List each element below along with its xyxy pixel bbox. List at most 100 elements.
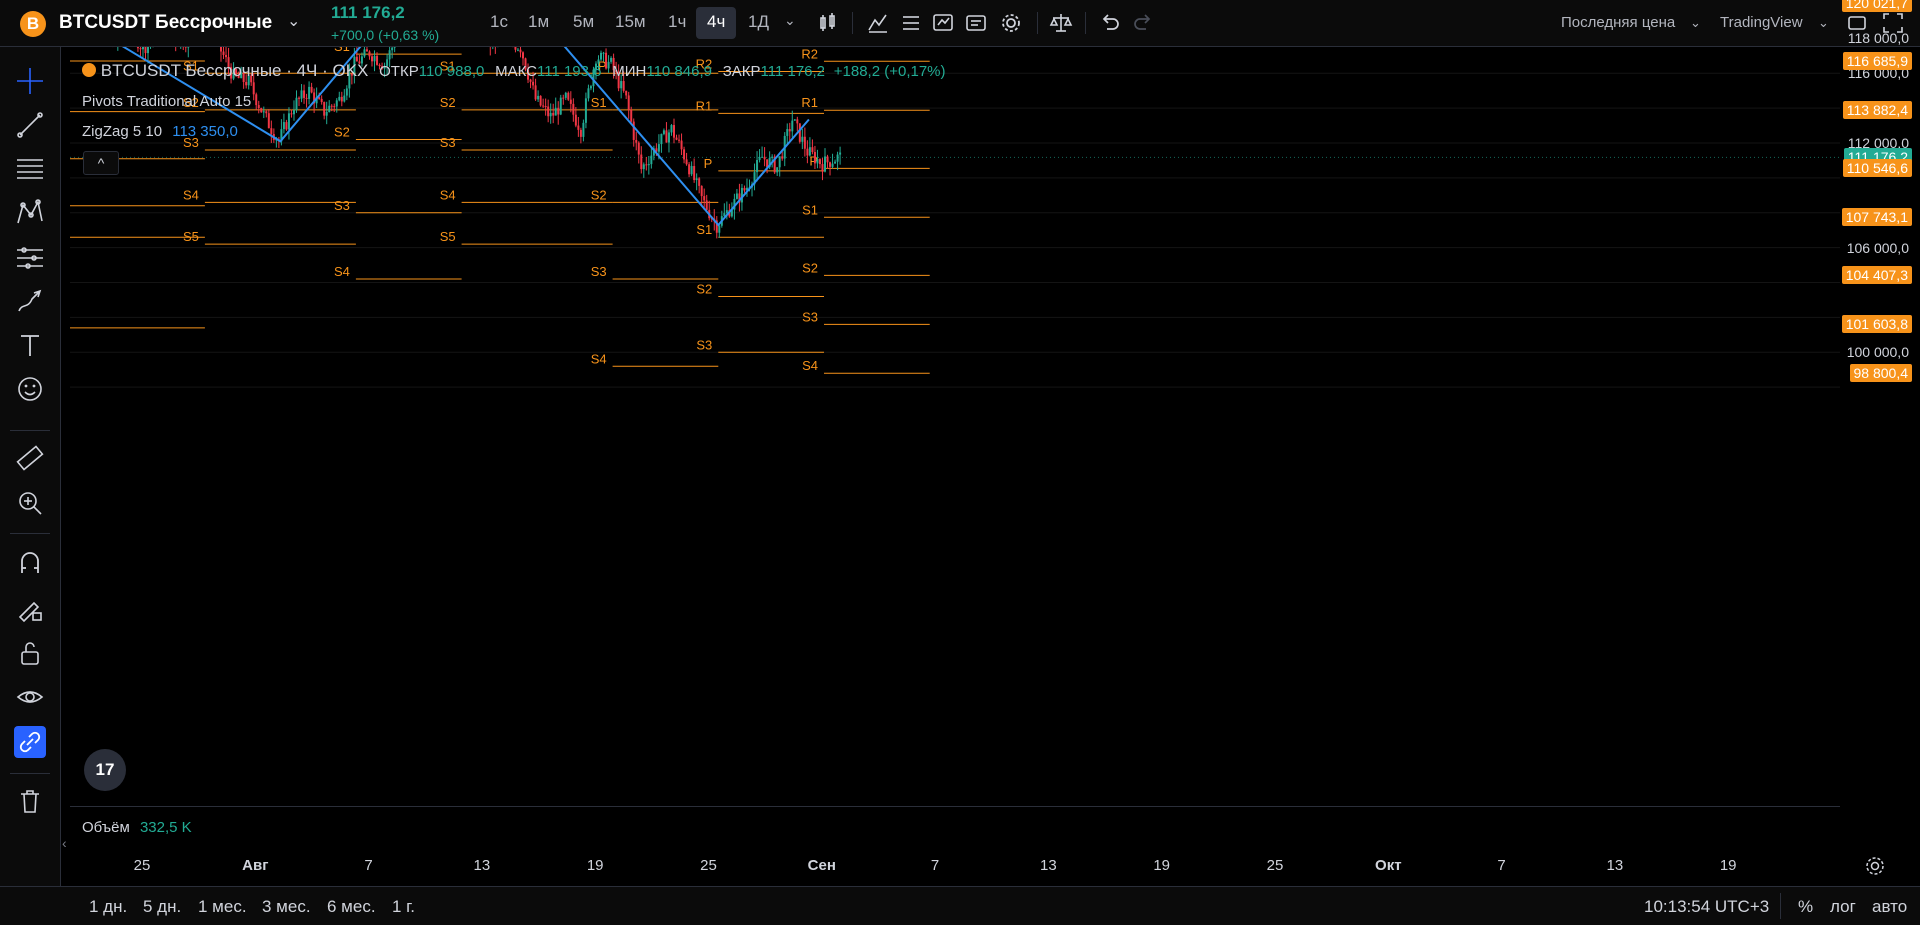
zigzag-indicator-label[interactable]: ZigZag 5 10 113 350,0 — [82, 123, 238, 140]
text-icon[interactable] — [14, 329, 46, 361]
trash-icon[interactable] — [14, 785, 46, 817]
lock-draw-icon[interactable] — [14, 592, 46, 624]
timeframe-5m[interactable]: 5м — [573, 12, 594, 32]
low-value: 110 846,9 — [646, 63, 712, 80]
candle-body — [771, 156, 774, 158]
symbol-name[interactable]: BTCUSDT Бессрочные — [59, 12, 272, 34]
pivots-indicator-label[interactable]: Pivots Traditional Auto 15 — [82, 93, 251, 110]
range-1y[interactable]: 1 г. — [392, 897, 415, 917]
price-axis[interactable]: 132 000,0130 000,0128 000,0126 000,0124 … — [1835, 0, 1920, 807]
bitcoin-icon[interactable]: B — [20, 11, 46, 37]
time-axis-label: 19 — [586, 857, 604, 874]
candle-body — [625, 90, 628, 96]
log-toggle[interactable]: лог — [1830, 897, 1856, 917]
range-3m[interactable]: 3 мес. — [262, 897, 311, 917]
candle-body — [801, 136, 804, 142]
candle-body — [257, 105, 260, 108]
chevron-down-icon[interactable]: ⌄ — [1690, 15, 1701, 31]
candle-body — [683, 149, 686, 160]
replay-icon[interactable] — [963, 10, 989, 36]
candle-body — [549, 112, 552, 117]
pivot-price-badge: 107 743,1 — [1841, 208, 1912, 227]
collapse-toolbar-icon[interactable]: ‹ — [62, 835, 67, 851]
candle-body — [693, 166, 696, 181]
chevron-down-icon[interactable]: ⌄ — [287, 11, 300, 31]
candle-body — [685, 159, 688, 165]
candle-body — [270, 128, 273, 135]
trend-line-icon[interactable] — [14, 109, 46, 141]
range-1d[interactable]: 1 дн. — [89, 897, 127, 917]
zoom-in-icon[interactable] — [14, 487, 46, 519]
alert-icon[interactable] — [930, 10, 956, 36]
unlock-icon[interactable] — [14, 637, 46, 669]
timeframe-1d[interactable]: 1Д — [748, 12, 769, 32]
candle-body — [310, 86, 313, 93]
candle-body — [184, 47, 187, 48]
clock[interactable]: 10:13:54 UTC+3 — [1644, 897, 1769, 917]
redo-icon[interactable] — [1130, 10, 1156, 36]
timeframe-15m[interactable]: 15м — [615, 12, 646, 32]
candle-body — [295, 97, 298, 110]
high-value: 111 193,6 — [536, 63, 602, 80]
range-1m[interactable]: 1 мес. — [198, 897, 247, 917]
candle-body — [569, 99, 572, 104]
time-axis[interactable]: 25 Авг 7 13 19 25 Сен 7 13 19 25 Окт 7 13 19 — [70, 851, 1840, 881]
magnet-icon[interactable] — [14, 547, 46, 579]
pivot-price-badge: 113 882,4 — [1842, 101, 1912, 120]
candle-body — [627, 95, 630, 110]
timeframe-4h[interactable]: 4ч — [707, 12, 725, 32]
range-5d[interactable]: 5 дн. — [143, 897, 181, 917]
candle-body — [793, 119, 796, 121]
pivot-level-label: S3 — [802, 309, 818, 324]
toolbar-divider — [852, 12, 853, 34]
fib-lines-icon[interactable] — [14, 153, 46, 185]
candle-body — [821, 164, 824, 172]
undo-icon[interactable] — [1097, 10, 1123, 36]
indicators-icon[interactable] — [865, 10, 891, 36]
ruler-icon[interactable] — [14, 442, 46, 474]
percent-toggle[interactable]: % — [1798, 897, 1813, 917]
candle-body — [582, 122, 585, 137]
candle-body — [796, 119, 799, 124]
emoji-icon[interactable] — [14, 373, 46, 405]
pivot-level-label: S2 — [696, 281, 712, 296]
source-select[interactable]: TradingView — [1720, 14, 1803, 31]
timeframe-more-icon[interactable]: ⌄ — [784, 12, 796, 29]
candle-body — [803, 136, 806, 149]
scales-icon[interactable] — [1048, 10, 1074, 36]
candle-body — [245, 81, 248, 86]
link-icon[interactable] — [14, 726, 46, 758]
candles-icon[interactable] — [815, 10, 841, 36]
candle-body — [320, 98, 323, 103]
price-mode-select[interactable]: Последняя цена — [1561, 14, 1675, 31]
timeframe-1h[interactable]: 1ч — [668, 12, 686, 32]
time-axis-label: 19 — [1153, 857, 1171, 874]
candle-body — [516, 49, 519, 51]
legend-change: +188,2 (+0,17%) — [833, 63, 946, 80]
last-price: 111 176,2 — [331, 3, 405, 22]
pivot-level-label: R1 — [801, 95, 818, 110]
time-axis-label: Сен — [807, 857, 836, 874]
candle-body — [818, 159, 821, 165]
candle-body — [287, 113, 290, 130]
templates-icon[interactable] — [898, 10, 924, 36]
gear-icon[interactable] — [998, 10, 1024, 36]
chevron-down-icon[interactable]: ⌄ — [1818, 15, 1829, 31]
range-6m[interactable]: 6 мес. — [327, 897, 376, 917]
legend-collapse-button[interactable]: ^ — [83, 151, 119, 175]
candle-body — [675, 137, 678, 140]
timeframe-1m[interactable]: 1м — [528, 12, 549, 32]
volume-label: Объём — [82, 819, 130, 836]
settings-gear-icon[interactable] — [1864, 855, 1886, 877]
pattern-icon[interactable] — [14, 197, 46, 229]
candle-body — [514, 47, 517, 50]
auto-toggle[interactable]: авто — [1872, 897, 1907, 917]
crosshair-icon[interactable] — [14, 65, 46, 97]
price-chart[interactable]: R4R3R2R1PS1S2S3S4S5S6R5R4R3R2R1PS1S2S3S4… — [70, 47, 1840, 807]
brush-icon[interactable] — [14, 285, 46, 317]
eye-icon[interactable] — [14, 681, 46, 713]
tradingview-logo[interactable]: 17 — [84, 749, 126, 791]
candle-body — [522, 52, 524, 59]
timeframe-1s[interactable]: 1с — [490, 12, 508, 32]
forecast-icon[interactable] — [14, 241, 46, 273]
